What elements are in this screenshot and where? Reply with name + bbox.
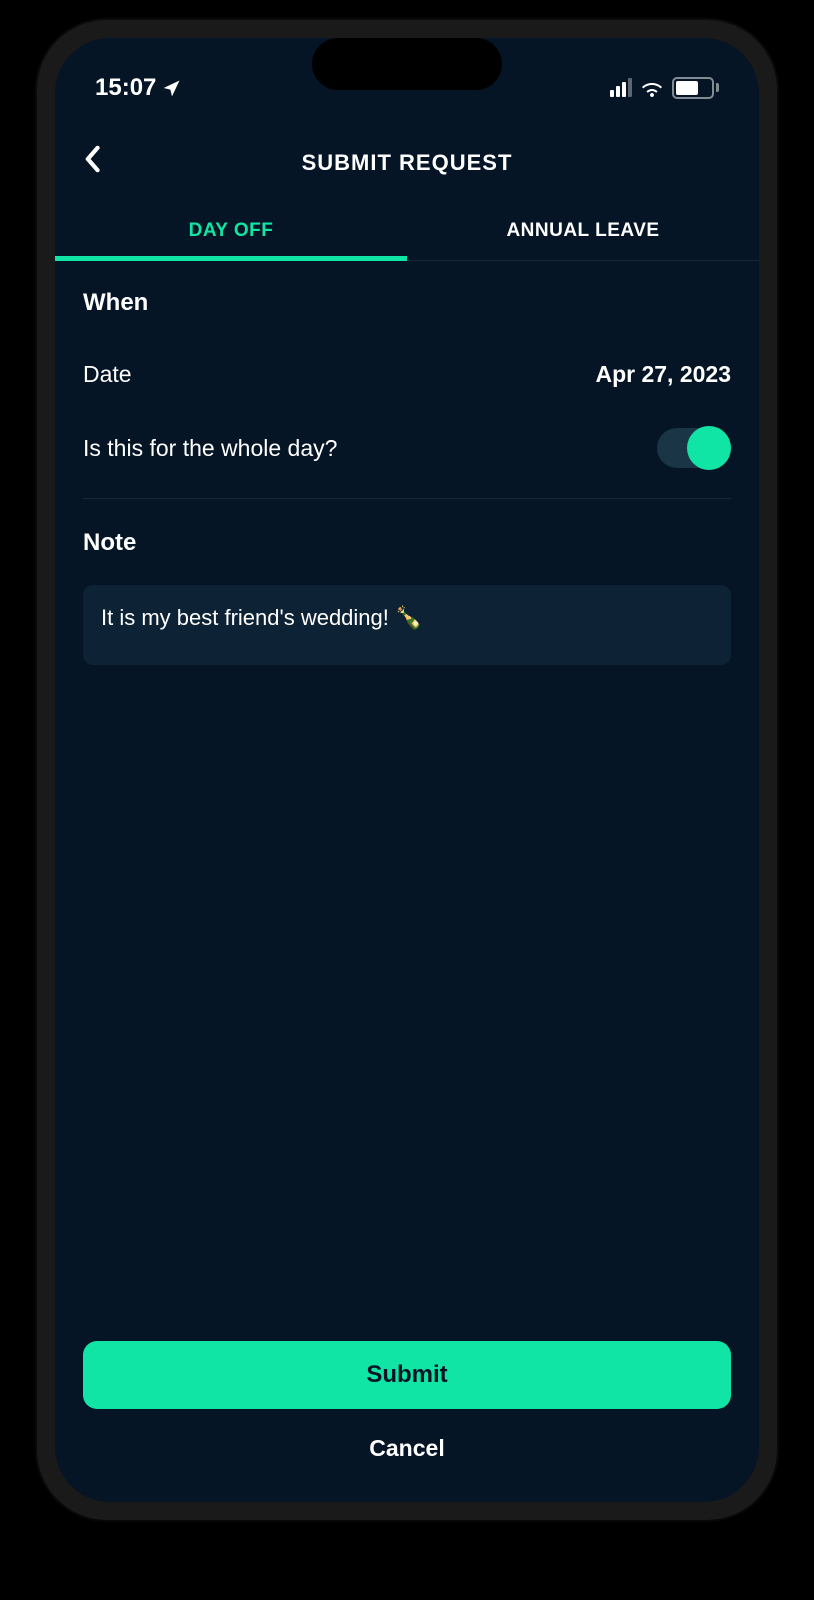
status-left: 15:07 xyxy=(95,74,182,102)
location-arrow-icon xyxy=(162,78,182,98)
toggle-knob-icon xyxy=(687,426,731,470)
phone-screen: 15:07 58 xyxy=(55,38,759,1502)
footer-actions: Submit Cancel xyxy=(55,1321,759,1502)
battery-percent: 58 xyxy=(686,80,700,95)
status-right: 58 xyxy=(610,77,719,99)
date-value: Apr 27, 2023 xyxy=(595,361,731,388)
date-label: Date xyxy=(83,361,132,388)
tabs: DAY OFF ANNUAL LEAVE xyxy=(55,202,759,261)
note-input[interactable]: It is my best friend's wedding! 🍾 xyxy=(83,585,731,665)
submit-button[interactable]: Submit xyxy=(83,1341,731,1409)
cancel-button[interactable]: Cancel xyxy=(83,1435,731,1462)
when-label: When xyxy=(83,289,731,317)
date-row[interactable]: Date Apr 27, 2023 xyxy=(83,345,731,404)
header: SUBMIT REQUEST xyxy=(55,113,759,202)
phone-notch xyxy=(312,38,502,90)
tab-annual-leave[interactable]: ANNUAL LEAVE xyxy=(407,202,759,260)
whole-day-label: Is this for the whole day? xyxy=(83,435,337,462)
note-label: Note xyxy=(83,529,731,557)
battery-icon: 58 xyxy=(672,77,719,99)
wifi-icon xyxy=(640,79,664,97)
whole-day-toggle[interactable] xyxy=(657,428,731,468)
page-title: SUBMIT REQUEST xyxy=(302,150,513,176)
status-time: 15:07 xyxy=(95,74,156,102)
whole-day-row: Is this for the whole day? xyxy=(83,404,731,499)
signal-icon xyxy=(610,78,632,97)
back-button[interactable] xyxy=(83,143,101,182)
note-text: It is my best friend's wedding! 🍾 xyxy=(101,605,713,631)
phone-frame: 15:07 58 xyxy=(37,20,777,1520)
note-section: Note It is my best friend's wedding! 🍾 xyxy=(83,529,731,665)
form-content: When Date Apr 27, 2023 Is this for the w… xyxy=(55,261,759,1321)
tab-day-off[interactable]: DAY OFF xyxy=(55,202,407,260)
